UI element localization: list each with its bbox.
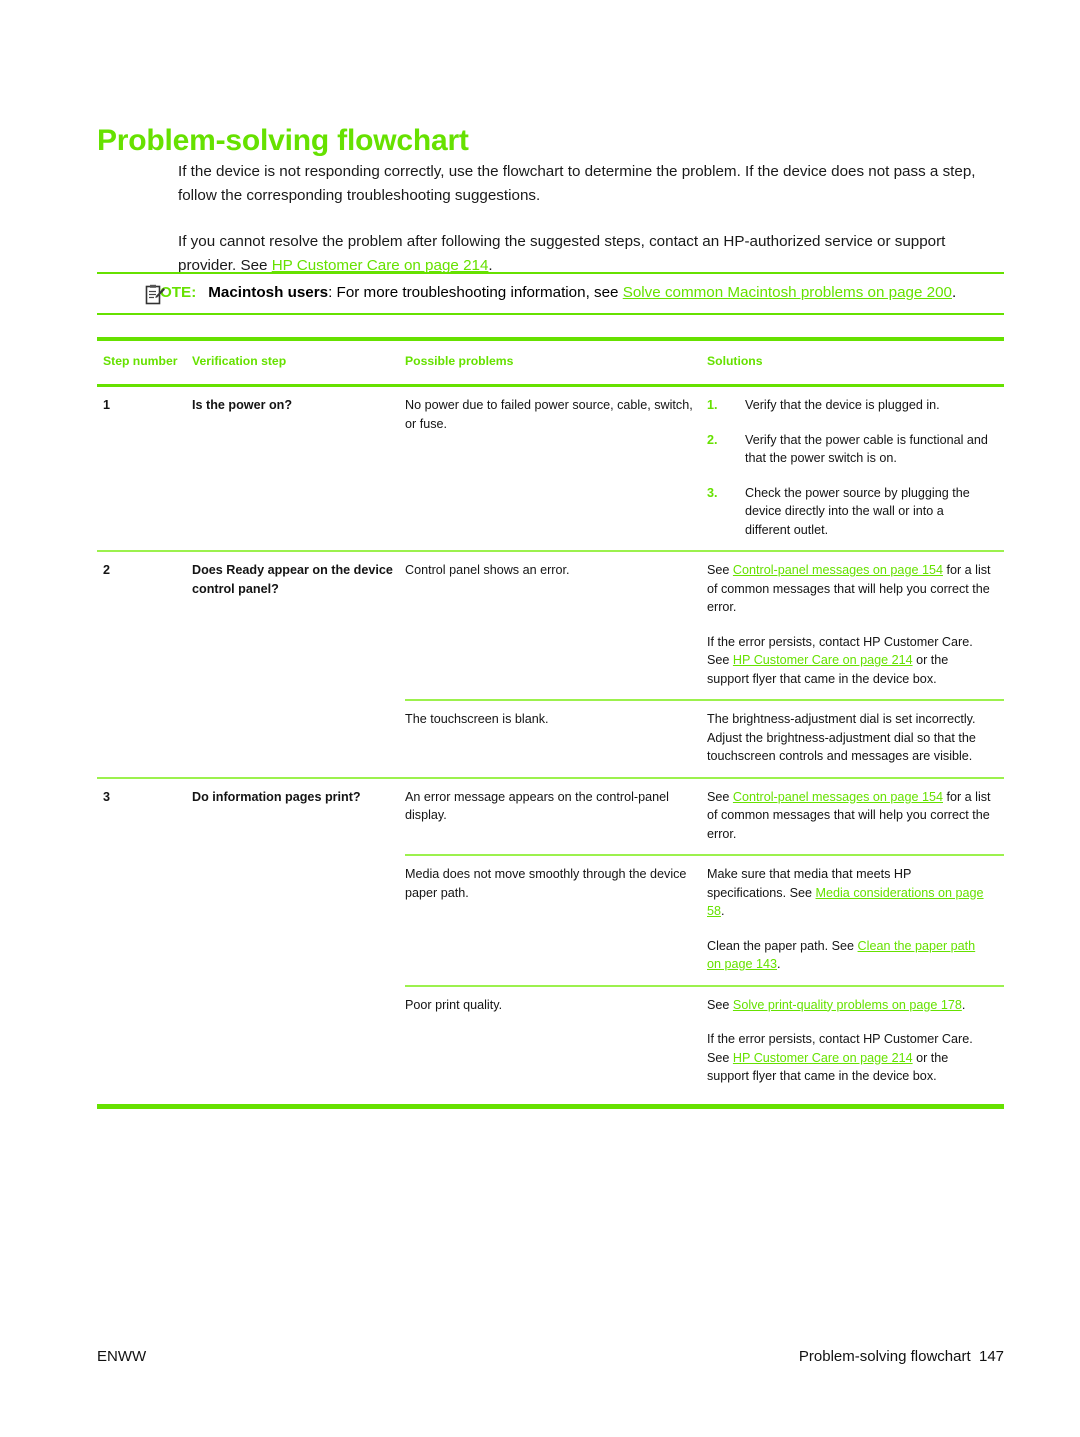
table-row: 1 Is the power on? No power due to faile…	[97, 386, 1004, 552]
solution-paragraph: See Control-panel messages on page 154 f…	[707, 788, 992, 844]
solution-paragraph: Clean the paper path. See Clean the pape…	[707, 937, 992, 974]
list-item-text: Check the power source by plugging the d…	[745, 485, 970, 537]
cell-verification-step: Is the power on?	[192, 398, 293, 412]
list-item-text: Verify that the power cable is functiona…	[745, 432, 988, 466]
table-header-row: Step number Verification step Possible p…	[97, 337, 1004, 387]
cell-verification-step	[192, 700, 405, 778]
solution-ordered-list: 1. Verify that the device is plugged in. …	[707, 396, 992, 539]
solution-paragraph: Make sure that media that meets HP speci…	[707, 865, 992, 921]
cell-solution: 1. Verify that the device is plugged in. …	[707, 386, 1004, 552]
list-item-text: Verify that the device is plugged in.	[745, 398, 940, 412]
column-header-step-number: Step number	[97, 337, 192, 387]
cell-solution: See Control-panel messages on page 154 f…	[707, 550, 1004, 700]
table-row: The touchscreen is blank. The brightness…	[97, 699, 1004, 778]
intro-section: If the device is not responding correctl…	[178, 160, 1004, 278]
solution-paragraph: If the error persists, contact HP Custom…	[707, 1030, 992, 1086]
table-row: 2 Does Ready appear on the device contro…	[97, 550, 1004, 700]
column-header-verification-step: Verification step	[192, 337, 405, 387]
cell-solution: See Solve print-quality problems on page…	[707, 984, 1004, 1106]
solution-paragraph: See Control-panel messages on page 154 f…	[707, 561, 992, 617]
list-marker: 3.	[707, 485, 718, 500]
list-item: 3. Check the power source by plugging the…	[707, 484, 992, 540]
link-hp-customer-care-214[interactable]: HP Customer Care on page 214	[733, 1051, 913, 1065]
solution-text: See	[707, 563, 733, 577]
link-control-panel-messages-154[interactable]: Control-panel messages on page 154	[733, 790, 943, 804]
cell-solution: The brightness-adjustment dial is set in…	[707, 699, 1004, 778]
column-header-possible-problems: Possible problems	[405, 337, 707, 387]
note-text-mid: : For more troubleshooting information, …	[328, 284, 623, 301]
link-control-panel-messages-154[interactable]: Control-panel messages on page 154	[733, 563, 943, 577]
cell-verification-step	[192, 986, 405, 1107]
list-item: 1. Verify that the device is plugged in.	[707, 396, 992, 415]
link-solve-print-quality-problems-178[interactable]: Solve print-quality problems on page 178	[733, 998, 962, 1012]
cell-possible-problem: An error message appears on the control-…	[405, 776, 707, 855]
column-header-solutions: Solutions	[707, 337, 1004, 387]
cell-step-number	[97, 700, 192, 778]
note-text-post: .	[951, 284, 957, 301]
cell-step-number: 1	[103, 398, 111, 412]
footer-right: Problem-solving flowchart 147	[798, 1348, 1004, 1365]
link-solve-common-macintosh-problems-200[interactable]: Solve common Macintosh problems on page …	[623, 284, 952, 301]
cell-solution: See Control-panel messages on page 154 f…	[707, 776, 1004, 855]
page-title: Problem-solving flowchart	[97, 124, 469, 158]
cell-verification-step: Do information pages print?	[192, 776, 405, 855]
note-audience: Macintosh users	[208, 284, 329, 301]
footer-left: ENWW	[97, 1348, 147, 1365]
cell-step-number: 2	[97, 550, 192, 700]
table-head: Step number Verification step Possible p…	[97, 337, 1004, 387]
solution-text: See	[707, 997, 733, 1012]
cell-solution: Make sure that media that meets HP speci…	[707, 854, 1004, 986]
cell-possible-problem: Media does not move smoothly through the…	[405, 854, 707, 986]
solution-text: Clean the paper path. See	[707, 938, 858, 953]
cell-verification-step	[192, 855, 405, 986]
cell-verification-step: Does Ready appear on the device control …	[192, 550, 405, 700]
table-row: Media does not move smoothly through the…	[97, 854, 1004, 986]
problem-solving-table: Step number Verification step Possible p…	[97, 337, 1004, 1109]
list-marker: 1.	[707, 398, 718, 412]
solution-text: .	[721, 904, 725, 918]
solution-text: .	[777, 957, 781, 971]
cell-step-number: 3	[97, 776, 192, 855]
solution-text: .	[961, 997, 966, 1012]
cell-possible-problem: The touchscreen is blank.	[405, 699, 707, 778]
intro-paragraph-1: If the device is not responding correctl…	[178, 163, 976, 204]
cell-step-number	[97, 855, 192, 986]
list-item: 2. Verify that the power cable is functio…	[707, 431, 992, 468]
solution-paragraph: See Solve print-quality problems on page…	[707, 996, 992, 1015]
cell-step-number	[97, 986, 192, 1107]
cell-possible-problem: No power due to failed power source, cab…	[405, 398, 693, 431]
intro-paragraph-2: If you cannot resolve the problem after …	[178, 230, 1004, 278]
cell-possible-problem: Poor print quality.	[405, 984, 707, 1106]
solution-paragraph: If the error persists, contact HP Custom…	[707, 633, 992, 689]
table-row: 3 Do information pages print? An error m…	[97, 776, 1004, 855]
table-row: Poor print quality. See Solve print-qual…	[97, 984, 1004, 1107]
solution-text: See	[707, 789, 733, 804]
link-hp-customer-care-214[interactable]: HP Customer Care on page 214	[733, 653, 913, 667]
cell-possible-problem: Control panel shows an error.	[405, 550, 707, 700]
table-body: 1 Is the power on? No power due to faile…	[97, 386, 1004, 1107]
note-content: NOTE: Macintosh users: For more troublesh…	[97, 281, 1004, 305]
document-page: Problem-solving flowchart If the device …	[0, 0, 1080, 1437]
list-marker: 2.	[707, 432, 718, 447]
note-clipboard-icon	[145, 284, 165, 306]
note-admonition: NOTE: Macintosh users: For more troublesh…	[97, 272, 1004, 315]
